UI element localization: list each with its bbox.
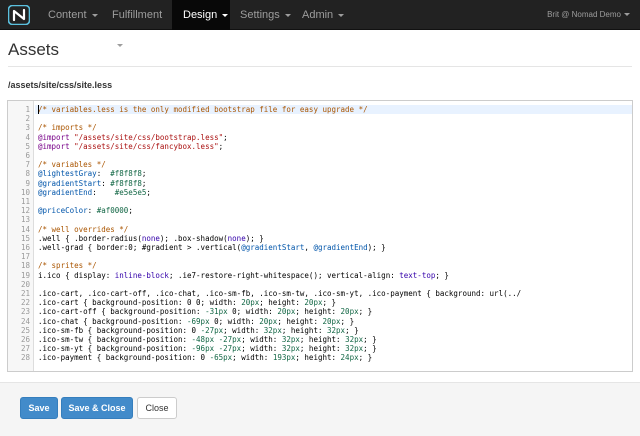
line-number: 8 — [25, 169, 30, 179]
code-line: .ico-cart, .ico-cart-off, .ico-chat, .ic… — [38, 289, 522, 298]
chevron-down-icon — [338, 13, 345, 17]
line-number: 27 — [20, 344, 30, 354]
nav-settings-menu[interactable]: Settings — [230, 0, 292, 30]
code-line: @gradientStart: #f8f8f8; — [38, 178, 147, 188]
user-menu-label: Brit @ Nomad Demo — [547, 10, 621, 19]
line-number: 15 — [20, 233, 30, 243]
line-number: 3 — [25, 123, 30, 133]
nav-admin-label: Admin — [302, 9, 334, 21]
line-number: 9 — [25, 178, 30, 188]
line-number: 19 — [20, 270, 30, 280]
line-number: 2 — [25, 114, 30, 124]
code-line: .ico-sm-fb { background-position: 0 -27p… — [38, 325, 359, 335]
code-editor[interactable]: 1 2 3 4 5 6 7 8 9 10 11 12 13 14 15 16 17 18 19 20 21 22 23 24 2… — [7, 100, 633, 372]
line-number: 10 — [20, 187, 30, 197]
text-cursor — [38, 105, 39, 114]
line-number: 17 — [20, 252, 30, 262]
line-number: 13 — [20, 215, 30, 225]
chevron-down-icon — [284, 13, 291, 17]
chevron-down-icon — [117, 43, 123, 47]
nav-admin-menu[interactable]: Admin — [292, 0, 348, 30]
file-path: /assets/site/css/site.less — [8, 80, 113, 90]
code-line: /* well overrides */ — [38, 224, 129, 234]
user-menu[interactable]: Brit @ Nomad Demo — [547, 0, 630, 30]
chevron-down-icon — [624, 13, 630, 17]
code-line: .ico-sm-tw { background-position: -48px … — [38, 335, 377, 344]
code-line: @priceColor: #af0000; — [38, 206, 133, 216]
line-number: 11 — [20, 197, 30, 206]
line-number: 16 — [20, 243, 30, 252]
nav-design-label: Design — [183, 9, 218, 21]
code-line: @import "/assets/site/css/bootstrap.less… — [38, 132, 228, 142]
title-divider — [8, 66, 632, 67]
chevron-down-icon — [91, 13, 98, 17]
form-actions: Save Save & Close Close — [0, 382, 640, 436]
page-title: Assets — [8, 40, 60, 59]
close-button[interactable]: Close — [137, 397, 177, 419]
nav-fulfillment-label: Fulfillment — [112, 9, 163, 21]
line-number: 28 — [20, 353, 30, 363]
line-number: 5 — [25, 141, 30, 151]
code-line: .ico-chat { background-position: -69px 0… — [38, 316, 355, 326]
code-line: .ico-sm-yt { background-position: -96px … — [38, 344, 377, 354]
line-number-gutter: 1 2 3 4 5 6 7 8 9 10 11 12 13 14 15 16 17 18 19 20 21 22 23 24 2… — [8, 101, 34, 371]
line-number: 7 — [25, 160, 30, 170]
code-line: /* variables.less is the only modified b… — [38, 105, 368, 114]
chevron-down-icon — [222, 13, 229, 17]
line-number: 26 — [20, 335, 30, 344]
nav-settings-label: Settings — [240, 9, 280, 21]
code-line: @lightestGray: #f8f8f8; — [38, 169, 147, 179]
code-line: .ico-payment { background-position: 0 -6… — [38, 353, 373, 363]
line-number: 21 — [20, 289, 30, 298]
line-number: 1 — [25, 105, 30, 114]
line-number: 6 — [25, 151, 30, 160]
line-number: 18 — [20, 261, 30, 271]
code-line: @gradientEnd: #e5e5e5; — [38, 187, 151, 197]
line-number: 22 — [20, 298, 30, 308]
top-navbar: Content Fulfillment Design Settings Admi… — [0, 0, 640, 47]
save-and-close-button[interactable]: Save & Close — [61, 397, 133, 419]
code-line: i.ico { display: inline-block; .ie7-rest… — [38, 270, 449, 280]
line-number: 23 — [20, 307, 30, 317]
code-line: .ico-cart { background-position: 0 0; wi… — [38, 298, 337, 308]
code-line: .well-grad { border:0; #gradient > .vert… — [38, 243, 386, 252]
save-button[interactable]: Save — [20, 397, 58, 419]
code-line: /* imports */ — [38, 123, 97, 133]
line-number: 24 — [20, 316, 30, 326]
line-number: 25 — [20, 325, 30, 335]
nav-content-menu[interactable]: Content — [38, 0, 102, 30]
code-line: .well { .border-radius(none); .box-shado… — [38, 233, 264, 243]
line-number: 12 — [20, 206, 30, 216]
code-line: /* sprites */ — [38, 261, 97, 271]
code-line: .ico-cart-off { background-position: -31… — [38, 307, 373, 317]
nomad-logo-icon[interactable] — [8, 5, 30, 25]
line-number: 4 — [25, 132, 30, 142]
nav-content-label: Content — [48, 9, 87, 21]
line-number: 20 — [20, 279, 30, 289]
line-number: 14 — [20, 224, 30, 234]
nav-fulfillment-menu[interactable]: Fulfillment — [102, 0, 172, 47]
code-line: /* variables */ — [38, 160, 106, 170]
nav-design-menu[interactable]: Design — [172, 0, 230, 30]
code-line: @import "/assets/site/css/fancybox.less"… — [38, 141, 224, 151]
